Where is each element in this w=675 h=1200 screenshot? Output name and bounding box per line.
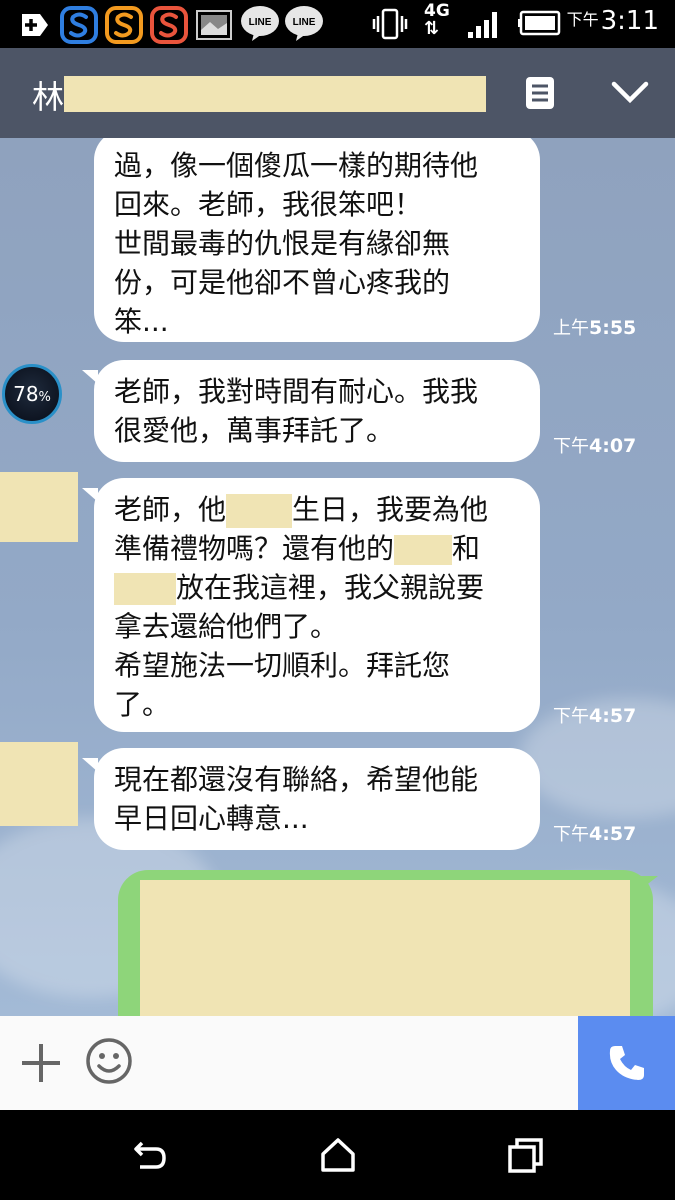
line-icon: LINE [285,6,323,41]
notes-icon[interactable] [525,76,555,110]
message-line: 準備禮物嗎？還有他的和 [114,532,481,565]
redaction-block [394,535,453,565]
message-timestamp: 下午4:57 [553,705,637,727]
bubble-tail [82,370,98,384]
s-app-icon-blue [60,6,98,44]
message-line: 回來。老師，我很笨吧！ [114,188,423,221]
avatar-badge[interactable]: 78% [2,364,62,424]
message-line: 放在我這裡，我父親說要 [114,568,520,607]
chat-area[interactable]: 過，像一個傻瓜一樣的期待他 回來。老師，我很笨吧！ 世間最毒的仇恨是有緣卻無 份… [0,138,675,1016]
input-bar [0,1016,675,1110]
chevron-down-icon[interactable] [610,78,650,106]
message-line: 拿去還給他們了。 [114,610,339,643]
message-line: 希望施法一切順利。拜託您 [114,649,451,682]
signal-icon [468,12,497,38]
message-line: 很愛他，萬事拜託了。 [114,414,395,447]
message-timestamp: 上午5:55 [553,317,637,339]
message-line: 現在都還沒有聯絡，希望他能 [114,763,479,796]
svg-text:LINE: LINE [293,17,316,28]
data-arrows-icon: ⇅ [424,18,440,39]
back-icon[interactable] [130,1135,170,1175]
message-line: 過，像一個傻瓜一樣的期待他 [114,149,479,182]
message-timestamp: 下午4:57 [553,823,637,845]
status-time: 下午3:11 [566,6,659,36]
system-nav-bar [0,1110,675,1200]
message-bubble-received[interactable]: 老師，我對時間有耐心。我我 很愛他，萬事拜託了。 [82,360,540,462]
vibrate-icon [372,8,408,40]
message-line: 老師，他 生日，我要為他 [114,493,489,528]
redaction-block [114,573,176,605]
bubble-tail [82,758,98,772]
emoji-icon[interactable] [84,1036,134,1086]
plus-icon[interactable] [18,1040,64,1086]
home-icon[interactable] [318,1135,358,1175]
redaction-block [64,76,486,112]
redaction-block [140,880,630,1016]
avatar[interactable] [0,472,78,542]
phone-icon [609,1046,644,1080]
bubble-tail [82,488,98,502]
status-bar: LINE LINE 4G ⇅ 下午3:11 [0,0,675,48]
battery-icon [518,10,561,36]
message-line: 早日回心轉意... [114,802,309,835]
message-line: 份，可是他卻不曾心疼我的 [114,266,451,299]
network-type: 4G ⇅ [424,1,450,39]
message-timestamp: 下午4:07 [553,435,637,457]
chat-title: 林 [32,78,65,116]
line-icon: LINE [241,6,279,41]
call-button[interactable] [578,1016,675,1110]
svg-text:LINE: LINE [249,17,272,28]
message-line: 世間最毒的仇恨是有緣卻無 [114,227,451,260]
message-bubble-received[interactable]: 現在都還沒有聯絡，希望他能 早日回心轉意... [82,748,540,850]
recents-icon[interactable] [506,1135,546,1175]
redaction-block [226,494,293,528]
message-bubble-received[interactable]: 老師，他 生日，我要為他 準備禮物嗎？還有他的和 放在我這裡，我父親說要 拿去還給… [82,478,540,732]
message-line: 老師，我對時間有耐心。我我 [114,375,479,408]
message-bubble-received[interactable]: 過，像一個傻瓜一樣的期待他 回來。老師，我很笨吧！ 世間最毒的仇恨是有緣卻無 份… [94,138,540,342]
bubble-tail [640,876,658,890]
message-line: 笨... [114,305,169,338]
add-box-icon [22,14,48,36]
avatar[interactable] [0,742,78,826]
s-app-icon-red [150,6,188,44]
message-line: 了。 [114,688,171,721]
s-app-icon-orange [105,6,143,44]
gallery-icon [196,10,232,40]
